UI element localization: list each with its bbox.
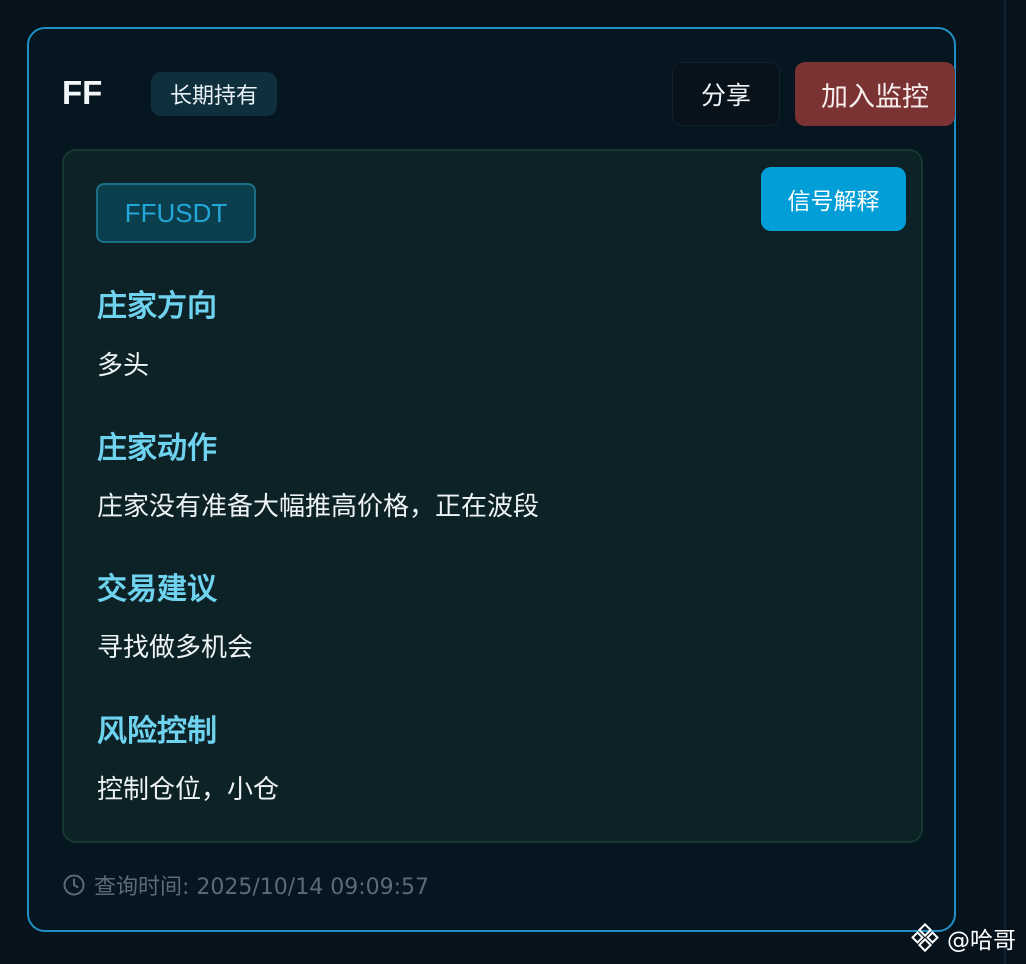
watermark-text: @哈哥 <box>947 928 1016 954</box>
section-text-direction: 多头 <box>97 351 150 381</box>
section-title-action: 庄家动作 <box>97 431 217 466</box>
holding-tag: 长期持有 <box>151 72 278 116</box>
signal-panel: FFUSDT 信号解释 庄家方向 多头 庄家动作 庄家没有准备大幅推高价格，正在… <box>62 149 923 843</box>
share-button[interactable]: 分享 <box>672 62 780 126</box>
diamond-logo-icon <box>911 922 941 953</box>
section-text-action: 庄家没有准备大幅推高价格，正在波段 <box>97 492 540 522</box>
section-title-risk: 风险控制 <box>97 714 217 749</box>
signal-card: FF 长期持有 分享 加入监控 FFUSDT 信号解释 庄家方向 多头 庄家动作… <box>27 27 956 932</box>
section-title-advice: 交易建议 <box>97 572 217 607</box>
query-time-text: 查询时间: 2025/10/14 09:09:57 <box>94 875 430 900</box>
add-monitor-button[interactable]: 加入监控 <box>795 62 955 126</box>
signal-explain-button[interactable]: 信号解释 <box>761 167 906 231</box>
symbol-title: FF <box>62 74 103 111</box>
section-title-direction: 庄家方向 <box>97 289 217 324</box>
card-header: FF 长期持有 分享 加入监控 <box>62 62 955 126</box>
section-text-advice: 寻找做多机会 <box>97 633 254 663</box>
section-text-risk: 控制仓位，小仓 <box>97 775 280 805</box>
pair-badge[interactable]: FFUSDT <box>96 183 256 243</box>
right-divider <box>1004 0 1006 964</box>
query-time-footer: 查询时间: 2025/10/14 09:09:57 <box>62 869 429 901</box>
clock-icon <box>62 873 86 897</box>
watermark: @哈哥 <box>911 921 1016 955</box>
